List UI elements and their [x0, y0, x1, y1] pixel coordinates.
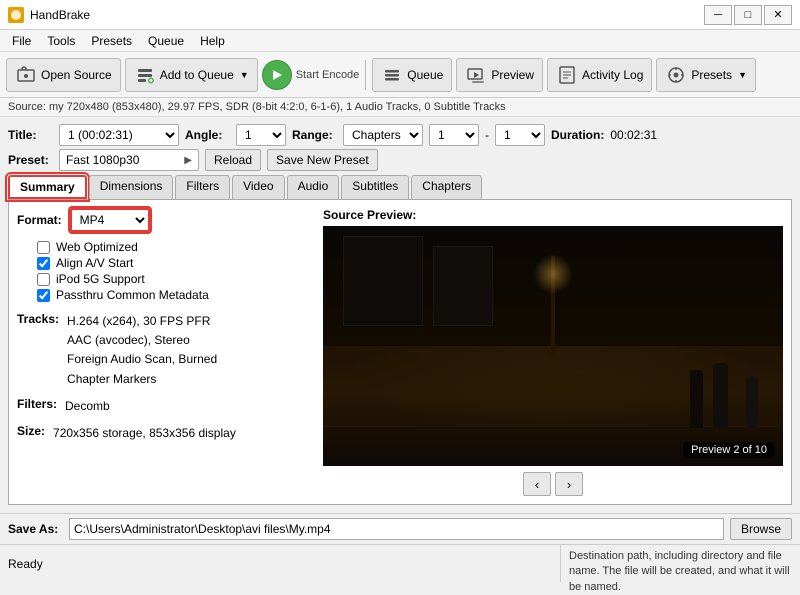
start-encode-label: Start Encode — [296, 69, 360, 81]
save-new-preset-button[interactable]: Save New Preset — [267, 149, 378, 171]
open-source-button[interactable]: Open Source — [6, 58, 121, 92]
status-tooltip: Destination path, including directory an… — [560, 545, 800, 582]
left-pane: Format: MP4 MKV WebM Web Optimized Align… — [17, 208, 307, 496]
tab-content: Format: MP4 MKV WebM Web Optimized Align… — [8, 199, 792, 505]
preset-selector[interactable]: Fast 1080p30 ▶ — [59, 149, 199, 171]
range-type-select[interactable]: Chapters — [343, 124, 423, 146]
activity-log-button[interactable]: Activity Log — [547, 58, 652, 92]
duration-label: Duration: — [551, 128, 604, 142]
menu-help[interactable]: Help — [192, 32, 233, 50]
checkbox-web-optimized[interactable]: Web Optimized — [37, 240, 307, 254]
preview-label: Source Preview: — [323, 208, 783, 222]
duration-value: 00:02:31 — [610, 128, 657, 142]
tracks-line-3: Chapter Markers — [67, 370, 217, 389]
size-section: Size: 720x356 storage, 853x356 display — [17, 424, 307, 443]
preset-bar: Preset: Fast 1080p30 ▶ Reload Save New P… — [8, 149, 792, 171]
checkbox-passthru[interactable]: Passthru Common Metadata — [37, 288, 307, 302]
preview-nav: ‹ › — [323, 472, 783, 496]
tracks-line-0: H.264 (x264), 30 FPS PFR — [67, 312, 217, 331]
angle-label: Angle: — [185, 128, 230, 142]
filters-value: Decomb — [65, 397, 110, 416]
preset-arrow: ▶ — [184, 155, 192, 166]
maximize-button[interactable]: □ — [734, 5, 762, 25]
checkbox-align-av[interactable]: Align A/V Start — [37, 256, 307, 270]
range-separator: - — [485, 128, 489, 142]
format-row: Format: MP4 MKV WebM — [17, 208, 307, 232]
add-queue-dropdown-arrow: ▼ — [240, 70, 249, 80]
tracks-line-1: AAC (avcodec), Stereo — [67, 331, 217, 350]
presets-button[interactable]: Presets ▼ — [656, 58, 756, 92]
presets-dropdown-arrow: ▼ — [738, 70, 747, 80]
range-from-select[interactable]: 1 — [429, 124, 479, 146]
queue-icon — [381, 64, 403, 86]
tracks-line-2: Foreign Audio Scan, Burned — [67, 350, 217, 369]
save-as-input[interactable] — [69, 518, 724, 540]
preview-icon — [465, 64, 487, 86]
range-to-select[interactable]: 1 — [495, 124, 545, 146]
preview-prev-button[interactable]: ‹ — [523, 472, 551, 496]
tracks-label: Tracks: — [17, 312, 59, 386]
close-button[interactable]: ✕ — [764, 5, 792, 25]
app-icon — [8, 7, 24, 23]
tab-dimensions[interactable]: Dimensions — [89, 175, 174, 199]
status-text: Ready — [0, 545, 560, 582]
status-bar: Ready Destination path, including direct… — [0, 544, 800, 582]
preview-scene — [323, 226, 783, 466]
tab-audio[interactable]: Audio — [287, 175, 340, 199]
format-select[interactable]: MP4 MKV WebM — [70, 208, 150, 232]
checkbox-ipod[interactable]: iPod 5G Support — [37, 272, 307, 286]
title-row: Title: 1 (00:02:31) Angle: 1 Range: Chap… — [8, 124, 792, 146]
menu-file[interactable]: File — [4, 32, 39, 50]
menu-bar: File Tools Presets Queue Help — [0, 30, 800, 52]
browse-button[interactable]: Browse — [730, 518, 792, 540]
minimize-button[interactable]: ─ — [704, 5, 732, 25]
add-queue-icon — [134, 64, 156, 86]
angle-select[interactable]: 1 — [236, 124, 286, 146]
window-controls: ─ □ ✕ — [704, 5, 792, 25]
activity-log-icon — [556, 64, 578, 86]
add-to-queue-button[interactable]: Add to Queue ▼ — [125, 58, 258, 92]
menu-tools[interactable]: Tools — [39, 32, 83, 50]
toolbar: Open Source Add to Queue ▼ Start Encode … — [0, 52, 800, 98]
open-source-icon — [15, 64, 37, 86]
save-as-label: Save As: — [8, 522, 63, 536]
preview-container: Preview 2 of 10 — [323, 226, 783, 466]
right-pane: Source Preview: — [323, 208, 783, 496]
range-label: Range: — [292, 128, 337, 142]
separator-1 — [365, 60, 366, 90]
title-bar: HandBrake ─ □ ✕ — [0, 0, 800, 30]
tab-chapters[interactable]: Chapters — [411, 175, 482, 199]
preview-button[interactable]: Preview — [456, 58, 543, 92]
main-area: Title: 1 (00:02:31) Angle: 1 Range: Chap… — [0, 117, 800, 509]
menu-presets[interactable]: Presets — [83, 32, 140, 50]
start-encode-button[interactable] — [262, 60, 292, 90]
title-select[interactable]: 1 (00:02:31) — [59, 124, 179, 146]
title-label: Title: — [8, 128, 53, 142]
preset-label: Preset: — [8, 153, 53, 167]
size-value: 720x356 storage, 853x356 display — [53, 424, 236, 443]
reload-button[interactable]: Reload — [205, 149, 261, 171]
filters-section: Filters: Decomb — [17, 397, 307, 416]
size-label: Size: — [17, 424, 45, 440]
filters-label: Filters: — [17, 397, 57, 413]
preview-next-button[interactable]: › — [555, 472, 583, 496]
source-bar: Source: my 720x480 (853x480), 29.97 FPS,… — [0, 98, 800, 117]
app-title: HandBrake — [30, 8, 90, 22]
tab-video[interactable]: Video — [232, 175, 284, 199]
tabs-bar: Summary Dimensions Filters Video Audio S… — [8, 175, 792, 199]
save-as-row: Save As: Browse — [0, 513, 800, 544]
tab-filters[interactable]: Filters — [175, 175, 230, 199]
queue-button[interactable]: Queue — [372, 58, 452, 92]
tab-summary[interactable]: Summary — [8, 175, 87, 199]
preview-badge: Preview 2 of 10 — [683, 442, 775, 458]
tracks-section: Tracks: H.264 (x264), 30 FPS PFR AAC (av… — [17, 312, 307, 389]
tab-subtitles[interactable]: Subtitles — [341, 175, 409, 199]
scene-overlay — [323, 226, 783, 466]
presets-icon — [665, 64, 687, 86]
format-label: Format: — [17, 213, 62, 227]
menu-queue[interactable]: Queue — [140, 32, 192, 50]
